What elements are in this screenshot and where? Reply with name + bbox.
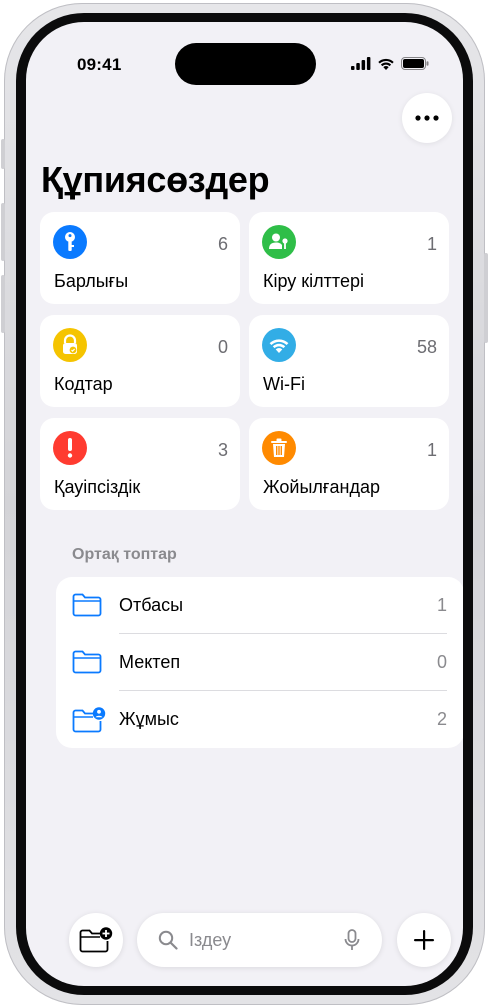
tile-icon-badge [53,225,87,259]
tile-wifi[interactable]: 58 Wi-Fi [249,315,449,407]
screen: 09:41 Құпиясөздер 6 Барлығы 1 Кіру кілтт… [26,22,463,986]
tile-label: Кіру кілттері [263,271,364,291]
group-name: Отбасы [119,595,184,615]
tile-count: 1 [426,234,437,254]
folder-person-icon [72,707,106,733]
tile-count: 3 [217,440,228,460]
tile-icon-badge [262,225,296,259]
group-count: 2 [436,709,447,729]
search-field[interactable] [137,913,382,967]
trash-icon [271,438,287,457]
tile-icon-badge [53,431,87,465]
battery-icon [401,57,429,70]
volume-down-button [1,275,5,333]
person-key-icon [269,233,288,249]
folder-plus-icon [79,927,113,953]
group-count: 1 [436,595,447,615]
page-title: Құпиясөздер [41,159,270,200]
tile-count: 0 [217,337,228,357]
tile-codes[interactable]: 0 Кодтар [40,315,240,407]
group-row-work[interactable]: Жұмыс 2 [56,691,463,748]
search-input[interactable] [189,927,329,953]
key-icon [65,232,75,251]
bottom-toolbar [26,912,463,968]
tile-label: Кодтар [54,374,113,394]
status-icons [351,57,429,70]
group-row-school[interactable]: Мектеп 0 [56,634,463,691]
new-group-button[interactable] [69,913,123,967]
tile-label: Wi-Fi [263,374,305,394]
tile-icon-badge [262,328,296,362]
tile-count: 1 [426,440,437,460]
tile-label: Қауіпсіздік [54,477,141,497]
tile-all[interactable]: 6 Барлығы [40,212,240,304]
dynamic-island [175,43,316,85]
ellipsis-icon [415,115,439,121]
tile-label: Жойылғандар [263,477,380,497]
folder-icon [72,593,102,617]
phone-bezel: 09:41 Құпиясөздер 6 Барлығы 1 Кіру кілтт… [16,13,473,995]
section-title-shared-groups: Ортақ топтар [72,546,177,563]
add-password-button[interactable] [397,913,451,967]
wifi-status-icon [378,58,394,70]
group-name: Жұмыс [119,709,179,729]
folder-icon [72,650,102,674]
tile-count: 58 [416,337,437,357]
tile-deleted[interactable]: 1 Жойылғандар [249,418,449,510]
tile-count: 6 [217,234,228,254]
power-button [484,253,488,343]
volume-up-button [1,203,5,261]
tile-passkeys[interactable]: 1 Кіру кілттері [249,212,449,304]
lock-icon [63,334,77,354]
group-name: Мектеп [119,652,181,672]
group-count: 0 [436,652,447,672]
action-button [1,139,5,169]
tile-security[interactable]: 3 Қауіпсіздік [40,418,240,510]
search-icon [158,930,178,950]
mic-icon[interactable] [344,929,360,951]
tile-label: Барлығы [54,271,129,291]
group-row-family[interactable]: Отбасы 1 [56,577,463,634]
tile-icon-badge [53,328,87,362]
exclamation-icon [67,438,73,458]
phone-frame: 09:41 Құпиясөздер 6 Барлығы 1 Кіру кілтт… [1,3,488,1005]
tile-icon-badge [262,431,296,465]
shared-groups-list: Отбасы 1 Мектеп 0 Жұмыс 2 [56,577,463,748]
wifi-icon [269,339,289,353]
plus-icon [414,930,434,950]
more-options-button[interactable] [402,93,452,143]
status-time: 09:41 [77,55,122,74]
cellular-signal-icon [351,57,371,70]
